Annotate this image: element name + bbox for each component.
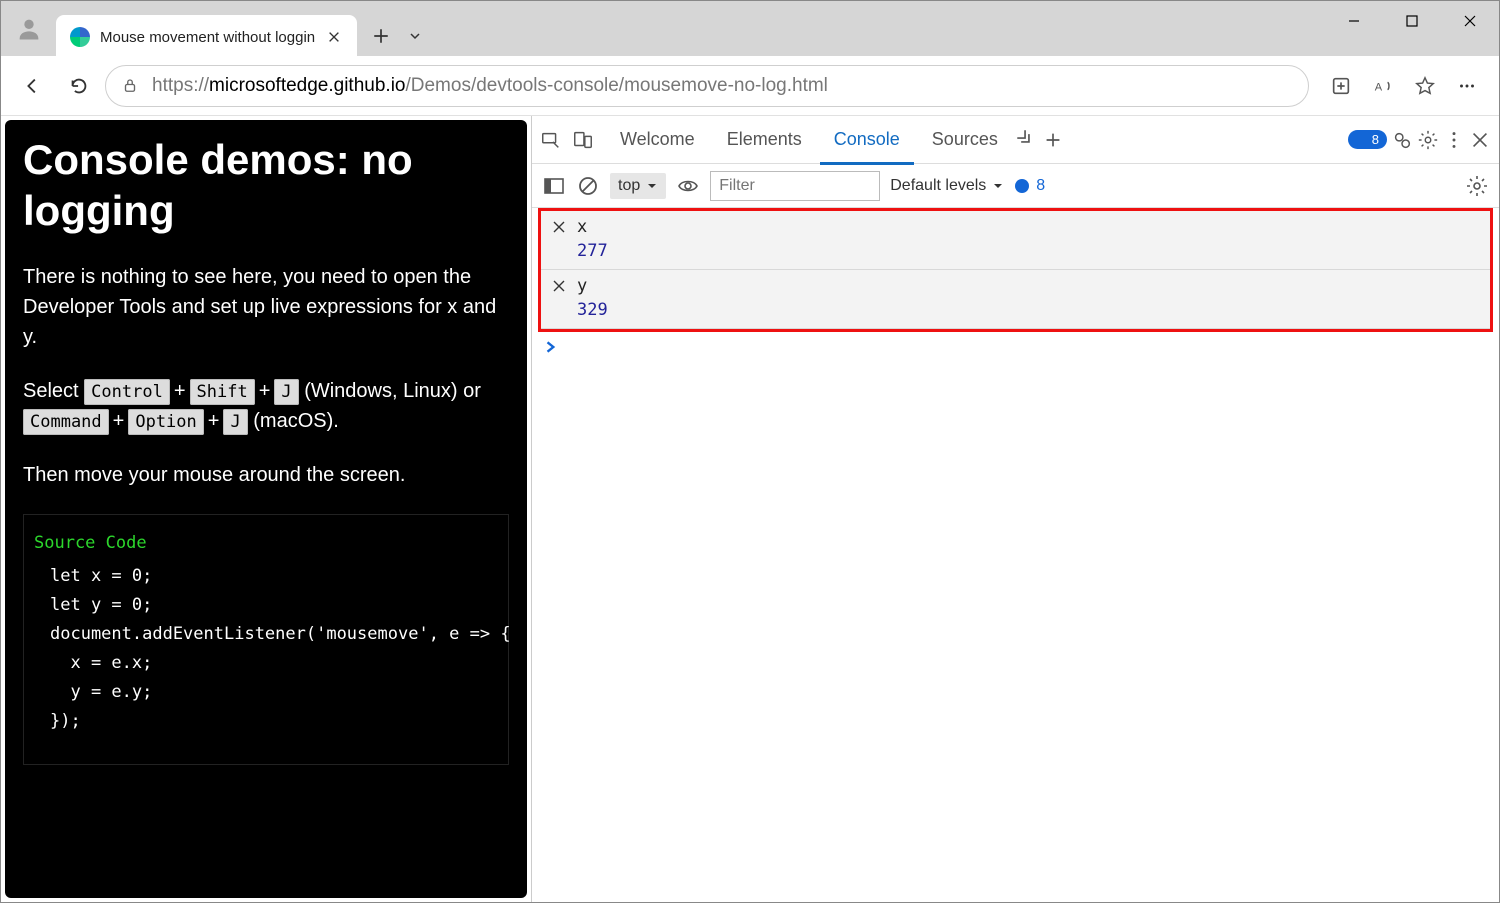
more-button[interactable] <box>1447 66 1487 106</box>
maximize-button[interactable] <box>1383 1 1441 41</box>
instruction-paragraph: Then move your mouse around the screen. <box>23 460 509 490</box>
browser-tab[interactable]: Mouse movement without loggin <box>56 15 357 59</box>
plus: + <box>170 380 190 402</box>
source-code-label: Source Code <box>34 529 498 558</box>
tab-actions-button[interactable] <box>401 16 429 56</box>
lock-icon <box>120 76 140 96</box>
kbd-j: J <box>274 379 298 405</box>
url-text: https://microsoftedge.github.io/Demos/de… <box>152 75 1294 97</box>
levels-label: Default levels <box>890 177 986 195</box>
text: (Windows, Linux) or <box>304 380 481 402</box>
more-tabs-icon[interactable] <box>1016 129 1038 151</box>
url-scheme: https:// <box>152 75 209 96</box>
intro-paragraph: There is nothing to see here, you need t… <box>23 262 509 352</box>
refresh-button[interactable] <box>59 66 99 106</box>
context-label: top <box>618 177 640 195</box>
kbd-j2: J <box>223 409 247 435</box>
console-toolbar: top Default levels 8 <box>532 164 1499 208</box>
expression-text: y <box>577 276 587 296</box>
text: (macOS). <box>253 410 339 432</box>
issues-count: 8 <box>1036 177 1045 195</box>
expression-value: 277 <box>551 237 1480 261</box>
toolbar-right: A <box>1315 66 1487 106</box>
delete-expression-icon[interactable] <box>551 278 567 294</box>
page-title: Console demos: no logging <box>23 134 509 236</box>
tab-title: Mouse movement without loggin <box>100 29 315 46</box>
code-line: let x = 0; <box>34 562 498 591</box>
feedback-icon[interactable] <box>1391 129 1413 151</box>
code-line: x = e.x; <box>34 649 498 678</box>
kbd-control: Control <box>84 379 170 405</box>
address-bar[interactable]: https://microsoftedge.github.io/Demos/de… <box>105 65 1309 107</box>
code-line: let y = 0; <box>34 591 498 620</box>
profile-button[interactable] <box>1 1 56 56</box>
close-tab-button[interactable] <box>325 28 343 46</box>
url-path: /Demos/devtools-console/mousemove-no-log… <box>405 75 827 96</box>
page-content: Console demos: no logging There is nothi… <box>5 120 527 898</box>
toggle-sidebar-icon[interactable] <box>542 174 566 198</box>
console-settings-icon[interactable] <box>1465 174 1489 198</box>
app-available-icon[interactable] <box>1321 66 1361 106</box>
issues-count-badge[interactable]: 8 <box>1348 130 1387 149</box>
plus: + <box>109 410 129 432</box>
live-expressions-region: x 277 y 329 <box>538 208 1493 332</box>
new-tab-button[interactable] <box>361 16 401 56</box>
url-host: microsoftedge.github.io <box>209 75 405 96</box>
expression-value: 329 <box>551 296 1480 320</box>
live-expression-icon[interactable] <box>676 174 700 198</box>
log-levels-selector[interactable]: Default levels <box>890 177 1004 195</box>
device-emulation-icon[interactable] <box>572 129 594 151</box>
devtools-tabstrip: Welcome Elements Console Sources 8 <box>532 116 1499 164</box>
plus: + <box>255 380 275 402</box>
live-expression-row[interactable]: x 277 <box>541 211 1490 270</box>
browser-toolbar: https://microsoftedge.github.io/Demos/de… <box>1 56 1499 116</box>
tab-elements[interactable]: Elements <box>713 117 816 165</box>
filter-input[interactable] <box>710 171 880 201</box>
delete-expression-icon[interactable] <box>551 219 567 235</box>
add-tab-icon[interactable] <box>1042 129 1064 151</box>
browser-titlebar: Mouse movement without loggin <box>1 1 1499 56</box>
devtools-menu-icon[interactable] <box>1443 129 1465 151</box>
favorite-button[interactable] <box>1405 66 1445 106</box>
read-aloud-icon[interactable]: A <box>1363 66 1403 106</box>
console-prompt[interactable] <box>532 332 1499 367</box>
kbd-shift: Shift <box>190 379 255 405</box>
clear-console-icon[interactable] <box>576 174 600 198</box>
window-controls <box>1325 1 1499 41</box>
edge-favicon-icon <box>70 27 90 47</box>
shortcut-paragraph: Select Control+Shift+J (Windows, Linux) … <box>23 376 509 436</box>
close-devtools-icon[interactable] <box>1469 129 1491 151</box>
inspect-element-icon[interactable] <box>540 129 562 151</box>
kbd-command: Command <box>23 409 109 435</box>
content-area: Console demos: no logging There is nothi… <box>1 116 1499 902</box>
code-line: document.addEventListener('mousemove', e… <box>34 620 498 649</box>
live-expression-row[interactable]: y 329 <box>541 270 1490 329</box>
tab-console[interactable]: Console <box>820 117 914 165</box>
kbd-option: Option <box>128 409 203 435</box>
back-button[interactable] <box>13 66 53 106</box>
devtools-panel: Welcome Elements Console Sources 8 top D… <box>531 116 1499 902</box>
context-selector[interactable]: top <box>610 173 666 199</box>
tab-strip: Mouse movement without loggin <box>56 1 1325 56</box>
tab-sources[interactable]: Sources <box>918 117 1012 165</box>
plus: + <box>204 410 224 432</box>
issues-link[interactable]: 8 <box>1014 177 1045 195</box>
code-line: y = e.y; <box>34 678 498 707</box>
minimize-button[interactable] <box>1325 1 1383 41</box>
code-line: }); <box>34 707 498 736</box>
settings-icon[interactable] <box>1417 129 1439 151</box>
expression-text: x <box>577 217 587 237</box>
tab-welcome[interactable]: Welcome <box>606 117 709 165</box>
text: Select <box>23 380 84 402</box>
close-window-button[interactable] <box>1441 1 1499 41</box>
svg-text:A: A <box>1375 81 1383 93</box>
source-codebox: Source Code let x = 0; let y = 0; docume… <box>23 514 509 764</box>
